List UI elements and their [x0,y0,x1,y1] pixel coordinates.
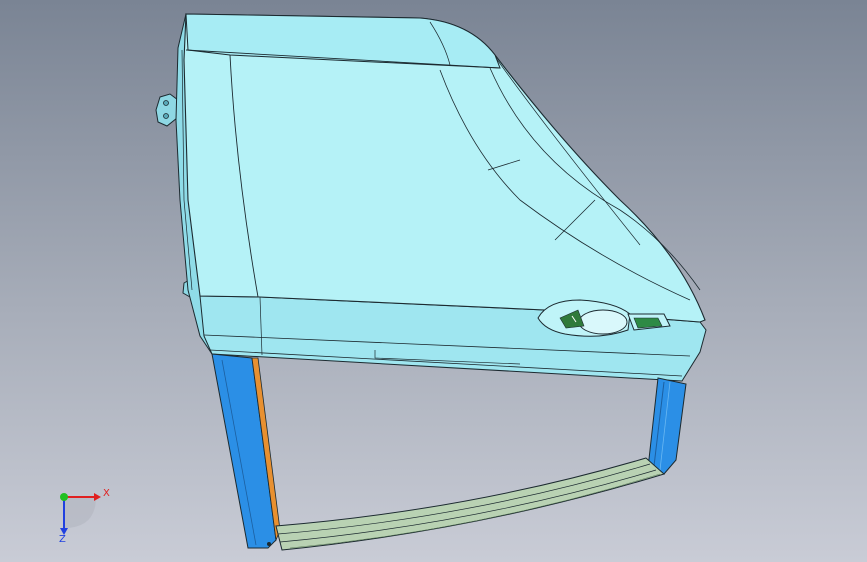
cad-model-canvas[interactable]: X Z [0,0,867,562]
coordinate-triad: X Z [59,488,110,545]
z-axis-label: Z [59,534,66,545]
y-axis-origin-icon [60,493,68,501]
x-axis-label: X [103,488,110,499]
cad-viewport[interactable]: X Z [0,0,867,562]
triad-plane-shadow [64,497,96,528]
hinge-bracket-top[interactable] [155,93,179,127]
right-leg[interactable] [647,377,687,475]
x-axis-arrow-icon [94,493,101,501]
